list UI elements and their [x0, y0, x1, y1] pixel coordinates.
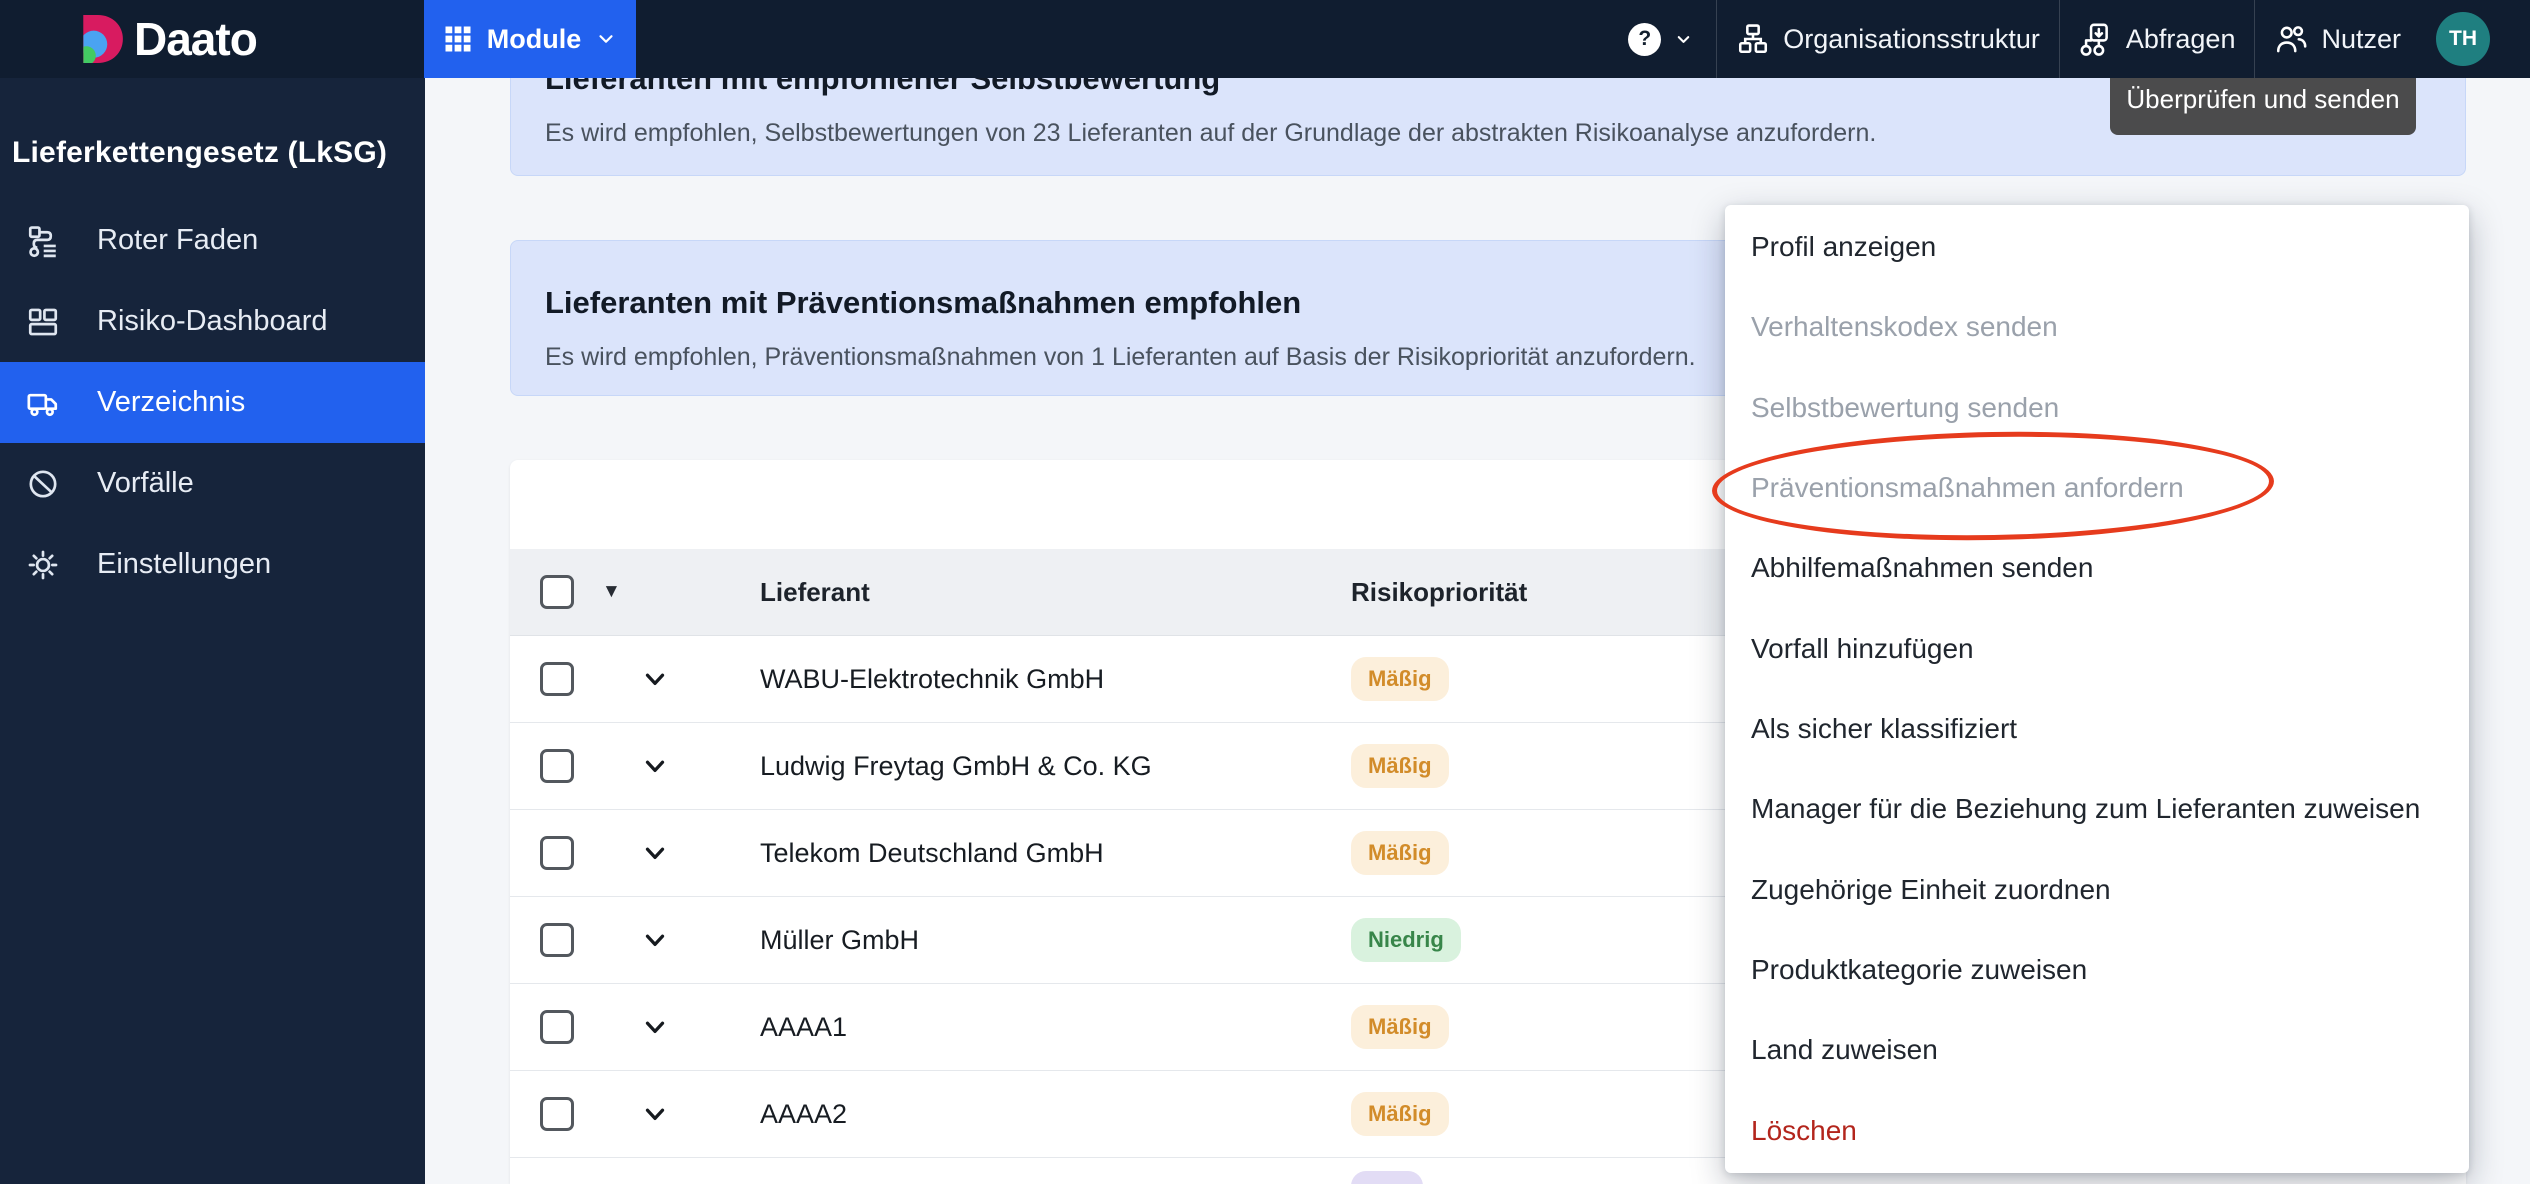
menu-item-send-self-assessment: Selbstbewertung senden: [1751, 391, 2060, 423]
menu-item-show-profile[interactable]: Profil anzeigen: [1725, 207, 2469, 287]
menu-item-classified-safe[interactable]: Als sicher klassifiziert: [1725, 689, 2469, 769]
row-checkbox[interactable]: [540, 1010, 574, 1044]
sidebar-item-label: Verzeichnis: [97, 386, 246, 418]
risk-badge: Mäßig: [1351, 1092, 1449, 1136]
nav-item-nutzer[interactable]: Nutzer: [2255, 0, 2420, 78]
logo-wordmark: Daato: [134, 13, 258, 65]
row-checkbox[interactable]: [540, 662, 574, 696]
expand-chevron-icon[interactable]: [640, 925, 670, 955]
expand-chevron-icon[interactable]: [640, 751, 670, 781]
users-icon: [2274, 22, 2308, 56]
sidebar-item-label: Vorfälle: [97, 467, 194, 499]
dashboard-icon: [25, 304, 61, 340]
org-chart-icon: [1736, 22, 1770, 56]
top-navbar: Daato Module ? Organisationsstruktur Abf…: [0, 0, 2530, 78]
sidebar-item-roter-faden[interactable]: Roter Faden: [0, 200, 425, 281]
supplier-name: Telekom Deutschland GmbH: [760, 837, 1104, 868]
nav-item-label: Organisationsstruktur: [1783, 23, 2040, 54]
menu-item-delete[interactable]: Löschen: [1725, 1091, 2469, 1171]
supplier-name: Ludwig Freytag GmbH & Co. KG: [760, 750, 1152, 781]
menu-item-send-code-of-conduct: Verhaltenskodex senden: [1751, 311, 2058, 343]
sidebar: Lieferkettengesetz (LkSG) Roter Faden Ri…: [0, 78, 425, 1184]
menu-item-assign-product-category[interactable]: Produktkategorie zuweisen: [1725, 930, 2469, 1010]
column-header-risk: Risikopriorität: [1351, 576, 1528, 607]
expand-chevron-icon[interactable]: [640, 664, 670, 694]
sidebar-item-einstellungen[interactable]: Einstellungen: [0, 524, 425, 605]
column-header-supplier: Lieferant: [760, 576, 870, 607]
nav-item-label: Abfragen: [2125, 23, 2236, 54]
truck-icon: [25, 385, 61, 421]
banner-description: Es wird empfohlen, Selbstbewertungen von…: [545, 119, 1877, 147]
risk-badge: Niedrig: [1351, 918, 1461, 962]
risk-badge: Mäßig: [1351, 657, 1449, 701]
sidebar-item-label: Risiko-Dashboard: [97, 305, 328, 337]
sidebar-item-risiko-dashboard[interactable]: Risiko-Dashboard: [0, 281, 425, 362]
module-button-label: Module: [486, 23, 582, 54]
help-menu-button[interactable]: ?: [1605, 0, 1716, 78]
sidebar-item-verzeichnis[interactable]: Verzeichnis: [0, 362, 425, 443]
nav-item-label: Nutzer: [2321, 23, 2401, 54]
chevron-down-icon: [595, 28, 617, 50]
nav-item-organisationsstruktur[interactable]: Organisationsstruktur: [1717, 0, 2059, 78]
sidebar-item-label: Roter Faden: [97, 224, 259, 256]
row-actions-context-menu: Profil anzeigen Verhaltenskodex senden S…: [1725, 205, 2469, 1173]
query-flow-icon: [2079, 22, 2113, 56]
menu-item-add-incident[interactable]: Vorfall hinzufügen: [1725, 609, 2469, 689]
navbar-right-cluster: ? Organisationsstruktur Abfragen Nutzer …: [1605, 0, 2530, 78]
supplier-name: AAAA1: [760, 1011, 848, 1042]
risk-badge: Mäßig: [1351, 1005, 1449, 1049]
expand-chevron-icon[interactable]: [640, 1099, 670, 1129]
route-icon: [25, 223, 61, 259]
daato-logo[interactable]: Daato: [78, 12, 258, 66]
menu-item-send-remedial-measures[interactable]: Abhilfemaßnahmen senden: [1725, 528, 2469, 608]
banner-description: Es wird empfohlen, Präventionsmaßnahmen …: [545, 343, 1696, 371]
risk-badge: [1351, 1171, 1423, 1184]
daato-logo-mark-icon: [78, 14, 124, 64]
sidebar-item-vorfaelle[interactable]: Vorfälle: [0, 443, 425, 524]
nav-item-abfragen[interactable]: Abfragen: [2060, 0, 2255, 78]
expand-chevron-icon[interactable]: [640, 1012, 670, 1042]
select-all-checkbox[interactable]: [540, 575, 574, 609]
row-checkbox[interactable]: [540, 836, 574, 870]
banner-title: Lieferanten mit Präventionsmaßnahmen emp…: [545, 285, 1302, 320]
supplier-name: AAAA2: [760, 1098, 848, 1129]
module-switcher-button[interactable]: Module: [424, 0, 636, 78]
row-checkbox[interactable]: [540, 923, 574, 957]
selection-dropdown-caret[interactable]: ▼: [602, 581, 621, 603]
menu-item-assign-relationship-manager[interactable]: Manager für die Beziehung zum Lieferante…: [1725, 769, 2469, 849]
menu-item-request-prevention-measures: Präventionsmaßnahmen anfordern: [1751, 472, 2184, 504]
user-avatar[interactable]: TH: [2436, 12, 2490, 66]
risk-badge: Mäßig: [1351, 831, 1449, 875]
risk-badge: Mäßig: [1351, 744, 1449, 788]
sidebar-module-title: Lieferkettengesetz (LkSG): [12, 136, 388, 169]
sidebar-item-label: Einstellungen: [97, 548, 272, 580]
supplier-name: Müller GmbH: [760, 924, 920, 955]
row-checkbox[interactable]: [540, 1097, 574, 1131]
expand-chevron-icon[interactable]: [640, 838, 670, 868]
chevron-down-icon: [1674, 30, 1693, 49]
menu-item-assign-country[interactable]: Land zuweisen: [1725, 1010, 2469, 1090]
prohibited-icon: [25, 466, 61, 502]
row-checkbox[interactable]: [540, 749, 574, 783]
grid-icon: [443, 24, 473, 54]
menu-item-assign-related-entity[interactable]: Zugehörige Einheit zuordnen: [1725, 850, 2469, 930]
supplier-name: WABU-Elektrotechnik GmbH: [760, 663, 1105, 694]
help-icon: ?: [1628, 22, 1662, 56]
gear-icon: [25, 547, 61, 583]
